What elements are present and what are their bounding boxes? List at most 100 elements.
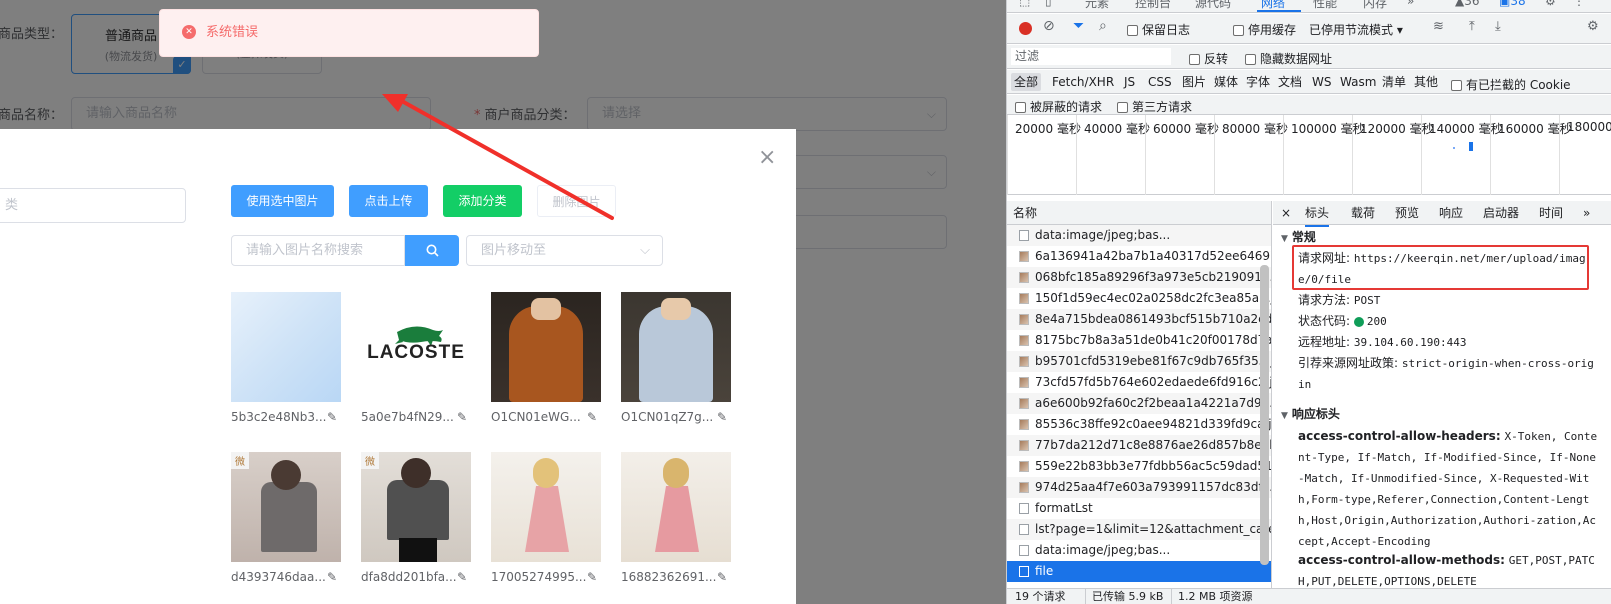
tab-initiator[interactable]: 启动器 [1483,201,1519,225]
upload-button[interactable]: 点击上传 [349,185,428,217]
add-category-button[interactable]: 添加分类 [443,185,522,217]
request-row[interactable]: 8175bc7b8a3a51de0b41c20f00178d7a.jpg [1007,330,1271,351]
tab-performance[interactable]: 性能 [1313,0,1337,11]
category-search-input[interactable]: 类 [0,188,186,223]
tab-headers[interactable]: 标头 [1305,201,1330,227]
gear-icon[interactable]: ⚙ [1545,0,1556,8]
request-row[interactable]: 068bfc185a89296f3a973e5cb219091d.jpg [1007,267,1271,288]
network-conditions-icon[interactable]: ≋ [1433,19,1444,34]
image-item[interactable]: LACOSTE 5a0e7b4fN29... ✎ [361,292,471,426]
type-media[interactable]: 媒体 [1211,73,1241,91]
request-row[interactable]: 85536c38ffe92c0aee94821d339fd9ca.jpg [1007,414,1271,435]
tab-response[interactable]: 响应 [1439,201,1463,225]
request-row[interactable]: file [1007,561,1271,582]
type-ws[interactable]: WS [1309,73,1334,91]
close-detail-icon[interactable]: × [1281,201,1291,225]
image-item[interactable]: 17005274995... ✎ [491,452,601,586]
move-to-select[interactable]: 图片移动至 ⌵ [466,235,663,266]
request-row[interactable]: a6e600b92fa60c2f2beaa1a4221a7d97.jpg [1007,393,1271,414]
image-item[interactable]: 5b3c2e48Nb3... ✎ [231,292,341,426]
image-thumbnail[interactable] [491,452,601,562]
request-row[interactable]: formatLst [1007,498,1271,519]
type-wasm[interactable]: Wasm [1337,73,1379,91]
response-headers-section-header[interactable]: ▼ 响应标头 [1281,405,1340,422]
type-all[interactable]: 全部 [1011,73,1042,91]
throttle-select[interactable]: 已停用节流模式 ▾ [1309,21,1403,38]
image-item[interactable]: 微 dfa8dd201bfa... ✎ [361,452,471,586]
request-row[interactable]: 77b7da212d71c8e8876ae26d857b8e2b.jpg [1007,435,1271,456]
image-thumbnail[interactable] [231,292,341,402]
image-thumbnail[interactable] [621,292,731,402]
delete-image-button[interactable]: 删除图片 [537,185,616,217]
image-search-input[interactable]: 请输入图片名称搜索 [231,235,405,266]
request-row[interactable]: b95701cfd5319ebe81f67c9db765f355.jpg [1007,351,1271,372]
edit-icon[interactable]: ✎ [327,410,337,424]
image-thumbnail[interactable] [491,292,601,402]
request-row[interactable]: 73cfd57fd5b764e602edaede6fd916c2.jpg [1007,372,1271,393]
edit-icon[interactable]: ✎ [457,410,467,424]
message-count[interactable]: ▣38 [1499,0,1526,8]
blocked-requests-checkbox[interactable]: 被屏蔽的请求 [1015,98,1102,115]
scrollbar[interactable] [1260,265,1269,565]
request-row[interactable]: 8e4a715bdea0861493bcf515b710a2cd.jpg [1007,309,1271,330]
third-party-checkbox[interactable]: 第三方请求 [1117,98,1192,115]
search-button[interactable] [405,235,459,266]
disable-cache-checkbox[interactable]: 停用缓存 [1233,21,1296,38]
request-row[interactable]: 150f1d59ec4ec02a0258dc2fc3ea85a1.jpg [1007,288,1271,309]
type-js[interactable]: JS [1121,73,1138,91]
device-toolbar-icon[interactable]: ▯ [1045,0,1052,8]
image-item[interactable]: 16882362691... ✎ [621,452,731,586]
general-section-header[interactable]: ▼ 常规 [1281,228,1316,245]
tab-preview[interactable]: 预览 [1395,201,1419,225]
tab-more[interactable]: » [1583,201,1590,225]
import-icon[interactable]: ⤒ [1469,19,1475,34]
type-font[interactable]: 字体 [1243,73,1273,91]
type-doc[interactable]: 文档 [1275,73,1305,91]
blocked-cookies-checkbox[interactable]: 有已拦截的 Cookie [1451,76,1571,93]
preserve-log-checkbox[interactable]: 保留日志 [1127,21,1190,38]
image-item[interactable]: O1CN01qZ7g... ✎ [621,292,731,426]
edit-icon[interactable]: ✎ [717,570,727,584]
image-thumbnail[interactable] [621,452,731,562]
warning-count[interactable]: ▲36 [1455,0,1480,8]
tab-elements[interactable]: 元素 [1085,0,1109,11]
clear-icon[interactable]: ⊘ [1043,18,1055,34]
type-other[interactable]: 其他 [1411,73,1441,91]
use-selected-button[interactable]: 使用选中图片 [231,185,334,217]
tab-payload[interactable]: 载荷 [1351,201,1375,225]
request-row[interactable]: 6a136941a42ba7b1a40317d52ee64697.jpg [1007,246,1271,267]
network-timeline[interactable]: 20000 毫秒 40000 毫秒 60000 毫秒 80000 毫秒 1000… [1007,115,1611,195]
type-fetch-xhr[interactable]: Fetch/XHR [1049,73,1117,91]
type-css[interactable]: CSS [1145,73,1175,91]
request-row[interactable]: 974d25aa4f7e603a793991157dc83dfc.jpg [1007,477,1271,498]
image-item[interactable]: 微 d4393746daa... ✎ [231,452,341,586]
image-thumbnail[interactable]: 微 [231,452,341,562]
edit-icon[interactable]: ✎ [587,570,597,584]
request-row[interactable]: data:image/jpeg;bas... [1007,225,1271,246]
type-manifest[interactable]: 清单 [1379,73,1409,91]
inspect-icon[interactable]: ⬚ [1019,0,1030,8]
edit-icon[interactable]: ✎ [717,410,727,424]
image-thumbnail[interactable]: 微 [361,452,471,562]
name-column-header[interactable]: 名称 [1007,201,1271,225]
edit-icon[interactable]: ✎ [327,570,337,584]
network-settings-icon[interactable]: ⚙ [1587,19,1599,34]
tab-sources[interactable]: 源代码 [1195,0,1231,11]
edit-icon[interactable]: ✎ [457,570,467,584]
search-icon[interactable]: ⌕ [1099,18,1107,34]
image-thumbnail[interactable]: LACOSTE [361,292,471,402]
request-row[interactable]: lst?page=1&limit=12&attachment_catego [1007,519,1271,540]
tab-memory[interactable]: 内存 [1363,0,1387,11]
close-icon[interactable]: × [758,147,776,169]
more-vert-icon[interactable]: ⋮ [1573,0,1585,8]
filter-input[interactable]: 过滤 [1011,48,1171,65]
type-img[interactable]: 图片 [1179,73,1209,91]
filter-icon[interactable]: ⏷ [1073,18,1084,34]
invert-checkbox[interactable]: 反转 [1189,50,1228,67]
hide-data-urls-checkbox[interactable]: 隐藏数据网址 [1245,50,1332,67]
record-icon[interactable] [1019,22,1032,35]
request-row[interactable]: 559e22b83bb3e77fdbb56ac5c59dad51.jpg [1007,456,1271,477]
request-row[interactable]: data:image/jpeg;bas... [1007,540,1271,561]
export-icon[interactable]: ⤓ [1495,19,1501,34]
tab-timing[interactable]: 时间 [1539,201,1563,225]
